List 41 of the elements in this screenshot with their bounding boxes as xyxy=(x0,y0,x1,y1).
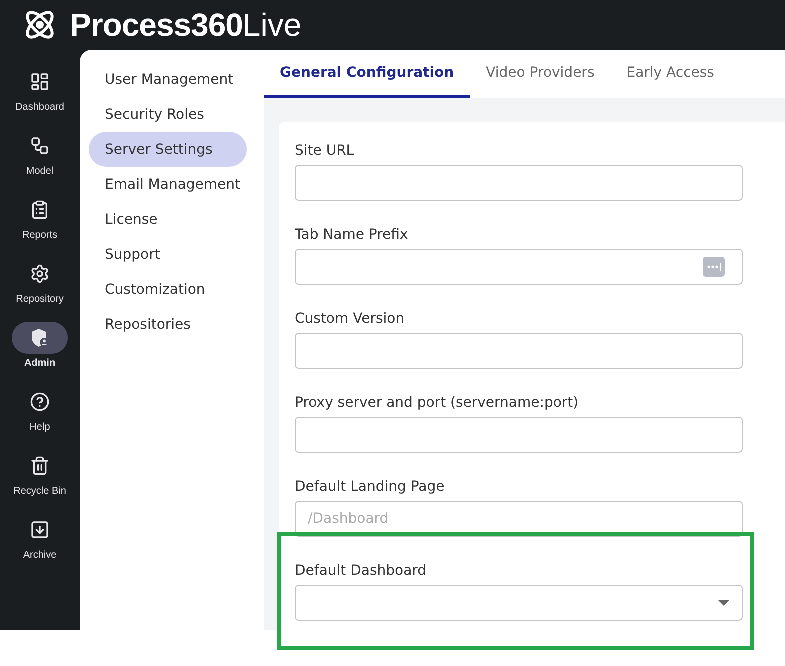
nav-item[interactable]: Model xyxy=(0,130,80,194)
workflow-icon xyxy=(30,136,50,156)
field-label: Proxy server and port (servername:port) xyxy=(295,394,580,413)
menu-item[interactable]: Server Settings xyxy=(89,132,247,167)
shield-user-icon xyxy=(30,328,50,348)
settings-icon xyxy=(30,264,50,284)
archive-icon xyxy=(30,520,50,540)
menu-item[interactable]: Security Roles xyxy=(89,97,247,132)
menu-item[interactable]: Email Management xyxy=(89,167,247,202)
more-icon[interactable] xyxy=(703,257,725,277)
field-label: Site URL xyxy=(295,142,356,161)
trash-icon xyxy=(30,456,50,476)
nav-item[interactable]: Archive xyxy=(0,514,80,578)
text-field[interactable] xyxy=(295,165,743,201)
field-label: Default Landing Page xyxy=(295,478,446,497)
caret-icon xyxy=(718,600,730,606)
tab[interactable]: Video Providers xyxy=(470,50,611,98)
nav-item[interactable]: Recycle Bin xyxy=(0,450,80,514)
clipboard-icon xyxy=(30,200,50,220)
dashboard-icon xyxy=(30,72,50,92)
tab[interactable]: Early Access xyxy=(610,50,730,98)
menu-item[interactable]: License xyxy=(89,202,247,237)
menu-item[interactable]: Support xyxy=(89,237,247,272)
help-icon xyxy=(30,392,50,412)
brand-suffix: Live xyxy=(242,6,302,44)
dropdown-field[interactable] xyxy=(295,585,743,621)
field-label: Tab Name Prefix xyxy=(295,226,410,245)
field-label: Default Dashboard xyxy=(295,562,428,581)
brand-name: Process360 xyxy=(70,6,243,44)
nav-item[interactable]: Dashboard xyxy=(0,66,80,130)
menu-item[interactable]: User Management xyxy=(89,62,247,97)
field-label: Custom Version xyxy=(295,310,406,329)
nav-item[interactable]: Reports xyxy=(0,194,80,258)
menu-item[interactable]: Customization xyxy=(89,272,247,307)
text-field[interactable] xyxy=(295,333,743,369)
text-field[interactable] xyxy=(295,417,743,453)
text-field[interactable] xyxy=(295,249,743,285)
nav-item[interactable]: Repository xyxy=(0,258,80,322)
nav-item[interactable]: Help xyxy=(0,386,80,450)
nav-item[interactable]: Admin xyxy=(0,322,80,386)
menu-item[interactable]: Repositories xyxy=(89,307,247,342)
